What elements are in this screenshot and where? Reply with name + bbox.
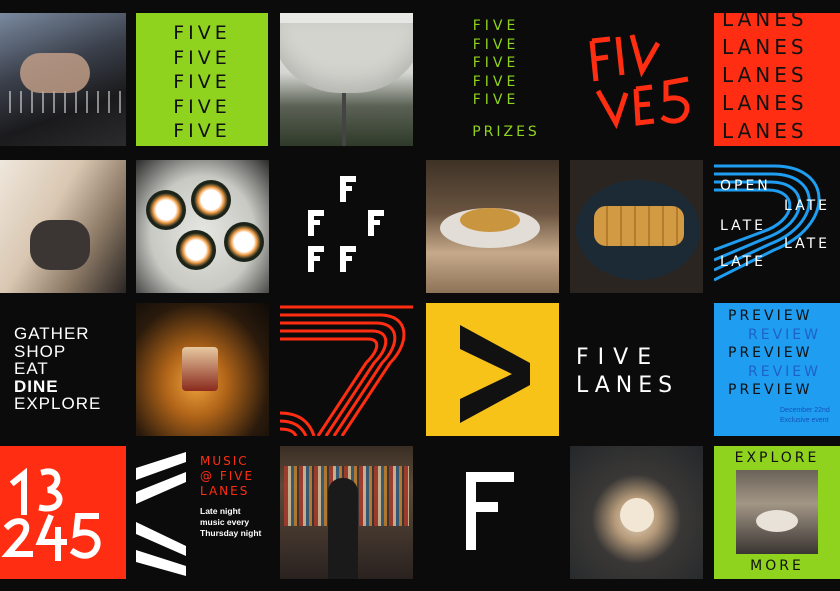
dine-line: DINE bbox=[14, 376, 59, 396]
f-pattern-tile bbox=[280, 160, 413, 293]
gather-line: GATHER bbox=[14, 324, 90, 343]
music-title: LANES bbox=[200, 484, 250, 498]
f-logo-pattern bbox=[308, 176, 384, 272]
five-green-tile: FIVE FIVE FIVE FIVE FIVE bbox=[136, 13, 268, 146]
cocktail-photo bbox=[136, 303, 269, 436]
late-label: LATE bbox=[784, 236, 831, 252]
dinner-photo bbox=[426, 160, 559, 293]
five-line: FIVE bbox=[173, 95, 231, 118]
sushi-photo bbox=[136, 160, 269, 293]
five-logo-tile bbox=[570, 13, 703, 146]
review-line: REVIEW bbox=[748, 363, 821, 380]
five-line: FIVE bbox=[173, 22, 231, 44]
numbers-graphic bbox=[1, 467, 101, 561]
five-line: FIVE bbox=[173, 46, 231, 69]
keyboard-photo bbox=[0, 13, 126, 146]
lanes-line: LANES bbox=[722, 63, 808, 87]
preview-date: December 22nd bbox=[780, 407, 830, 414]
preview-tile: PREVIEW REVIEW PREVIEW REVIEW PREVIEW De… bbox=[714, 303, 840, 436]
late-label: LATE bbox=[720, 254, 767, 270]
red-lane-lines bbox=[280, 305, 413, 436]
five-line: FIVE bbox=[472, 36, 520, 53]
lanes-line: LANES bbox=[722, 35, 808, 59]
f-logo-icon bbox=[466, 472, 514, 550]
late-label: LATE bbox=[784, 198, 831, 214]
more-label: MORE bbox=[750, 558, 804, 574]
gather-tile: GATHER SHOP EAT DINE EXPLORE bbox=[0, 303, 126, 436]
five-logo-mark bbox=[589, 34, 690, 130]
lanes-word: LANES bbox=[576, 373, 679, 398]
chevron-mark bbox=[460, 325, 530, 423]
restaurant-photo bbox=[736, 470, 818, 554]
five-line: FIVE bbox=[472, 18, 520, 34]
open-late-tile: OPEN LATE LATE LATE LATE bbox=[714, 160, 840, 293]
music-subtitle: Thursday night bbox=[200, 528, 262, 538]
prizes-label: PRIZES bbox=[472, 124, 540, 140]
lanes-line: LANES bbox=[722, 91, 808, 115]
five-line: FIVE bbox=[472, 73, 520, 90]
preview-event: Exclusive event bbox=[780, 417, 829, 424]
five-prizes-tile: FIVE FIVE FIVE FIVE FIVE PRIZES bbox=[426, 13, 559, 146]
f-logo-tile bbox=[426, 446, 559, 579]
explore-label: EXPLORE bbox=[734, 450, 820, 466]
numbers-tile bbox=[0, 446, 126, 579]
five-line: FIVE bbox=[472, 55, 520, 71]
red-lanes-graphic bbox=[280, 303, 413, 436]
five-word: FIVE bbox=[576, 345, 661, 370]
lanes-red-tile: LANES LANES LANES LANES LANES bbox=[714, 13, 840, 146]
dessert-photo bbox=[570, 446, 703, 579]
five-line: FIVE bbox=[173, 71, 231, 93]
music-subtitle: Late night bbox=[200, 506, 241, 516]
preview-line: PREVIEW bbox=[728, 345, 813, 361]
five-lanes-word-tile: FIVE LANES bbox=[570, 303, 703, 436]
preview-line: PREVIEW bbox=[728, 308, 813, 324]
five-line: FIVE bbox=[173, 120, 231, 142]
yellow-chevron-tile bbox=[426, 303, 559, 436]
explore-more-tile: EXPLORE MORE bbox=[714, 446, 840, 579]
katsu-photo bbox=[570, 160, 703, 293]
open-label: OPEN bbox=[720, 178, 771, 194]
preview-line: PREVIEW bbox=[728, 382, 813, 398]
bookstore-photo bbox=[280, 446, 413, 579]
explore-line: EXPLORE bbox=[14, 394, 102, 413]
music-title: @ FIVE bbox=[200, 469, 255, 483]
eat-line: EAT bbox=[14, 359, 49, 378]
clothes-photo bbox=[0, 160, 126, 293]
late-label: LATE bbox=[720, 218, 767, 234]
music-title: MUSIC bbox=[200, 454, 249, 468]
lanes-line: LANES bbox=[722, 119, 808, 143]
five-line: FIVE bbox=[472, 92, 520, 108]
shop-line: SHOP bbox=[14, 341, 67, 361]
music-subtitle: music every bbox=[200, 517, 250, 527]
lanes-line: LANES bbox=[722, 13, 808, 31]
music-tile: MUSIC @ FIVE LANES Late night music ever… bbox=[136, 446, 269, 579]
review-line: REVIEW bbox=[748, 326, 821, 343]
umbrella-photo bbox=[280, 13, 413, 146]
